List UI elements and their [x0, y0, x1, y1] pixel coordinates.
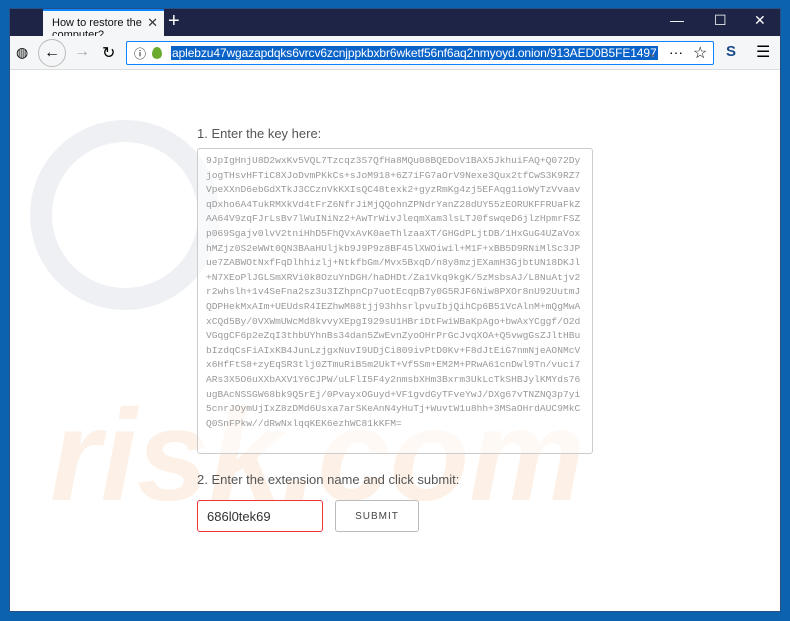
minimize-icon[interactable]: —	[670, 12, 684, 28]
chevron-down-icon[interactable]: ⌄	[647, 46, 657, 60]
reload-icon[interactable]: ↻	[102, 43, 115, 63]
close-tab-icon[interactable]: ✕	[147, 15, 158, 31]
menu-icon[interactable]: ☰	[756, 42, 770, 62]
extension-input[interactable]: 686l0tek69	[197, 500, 323, 532]
star-icon[interactable]: ☆	[693, 43, 707, 63]
page-content: risk.com 1. Enter the key here: 9JpIgHnj…	[10, 70, 780, 611]
new-tab-icon[interactable]: +	[168, 10, 180, 33]
onion-icon	[152, 47, 162, 59]
tab-active[interactable]: How to restore the computer? ✕	[43, 9, 164, 41]
url-text[interactable]: aplebzu47wgazapdqks6vrcv6zcnjppkbxbr6wke…	[171, 46, 658, 60]
step2-label: 2. Enter the extension name and click su…	[197, 472, 460, 487]
tab-bar: How to restore the computer? ✕ + — ☐ ✕	[10, 9, 780, 41]
key-textarea[interactable]: 9JpIgHnjU8D2wxKv5VQL7Tzcqz3S7QfHa8MQu08B…	[197, 148, 593, 454]
nav-bar: ◍ ← → ↻ ⓘ aplebzu47wgazapdqks6vrcv6zcnjp…	[10, 36, 780, 70]
forward-icon[interactable]: →	[74, 43, 90, 61]
url-bar[interactable]: ⓘ aplebzu47wgazapdqks6vrcv6zcnjppkbxbr6w…	[126, 41, 714, 65]
more-icon[interactable]: ···	[669, 44, 683, 60]
watermark-magnifier	[30, 120, 220, 310]
extension-s-icon[interactable]: S	[726, 43, 736, 60]
tor-onion-icon[interactable]: ◍	[16, 44, 28, 61]
info-icon[interactable]: ⓘ	[134, 45, 146, 62]
maximize-icon[interactable]: ☐	[714, 12, 727, 29]
back-icon[interactable]: ←	[38, 39, 66, 67]
step1-label: 1. Enter the key here:	[197, 126, 322, 141]
browser-window: How to restore the computer? ✕ + — ☐ ✕ ◍ …	[9, 8, 781, 612]
submit-button[interactable]: SUBMIT	[335, 500, 419, 532]
close-window-icon[interactable]: ✕	[754, 12, 766, 29]
